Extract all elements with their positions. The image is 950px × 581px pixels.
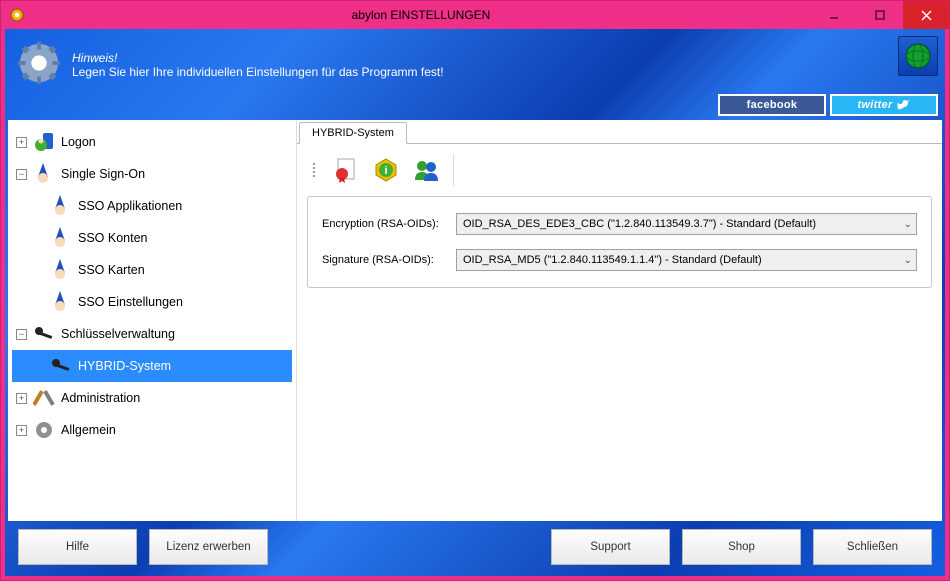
header-text: Hinweis! Legen Sie hier Ihre individuell… xyxy=(72,51,444,79)
tree-label: SSO Einstellungen xyxy=(78,295,183,309)
help-button[interactable]: Hilfe xyxy=(18,529,137,565)
tree-label: SSO Karten xyxy=(78,263,145,277)
info-button[interactable]: i xyxy=(369,153,403,187)
key-icon xyxy=(33,323,55,345)
close-button[interactable] xyxy=(903,1,949,29)
tree-label: SSO Applikationen xyxy=(78,199,182,213)
gear-icon xyxy=(33,419,55,441)
signature-select[interactable]: OID_RSA_MD5 ("1.2.840.113549.1.1.4") - S… xyxy=(456,249,917,271)
gear-icon xyxy=(16,40,62,91)
minimize-button[interactable] xyxy=(811,1,857,29)
expand-icon[interactable]: + xyxy=(16,393,27,404)
tree-item-hybrid[interactable]: HYBRID-System xyxy=(12,350,292,382)
svg-text:i: i xyxy=(384,165,387,177)
chevron-down-icon: ⌄ xyxy=(904,255,912,266)
signature-label: Signature (RSA-OIDs): xyxy=(322,254,456,266)
collapse-icon[interactable]: − xyxy=(16,329,27,340)
tree-item-logon[interactable]: + Logon xyxy=(12,126,292,158)
wizard-icon xyxy=(50,227,72,249)
social-bar: facebook twitter xyxy=(718,94,938,116)
tree-item-general[interactable]: + Allgemein xyxy=(12,414,292,446)
encryption-select[interactable]: OID_RSA_DES_EDE3_CBC ("1.2.840.113549.3.… xyxy=(456,213,917,235)
app-window: abylon EINSTELLUNGEN xyxy=(0,0,950,581)
tab-bar: HYBRID-System xyxy=(297,120,942,144)
certificate-button[interactable] xyxy=(329,153,363,187)
tree-label: HYBRID-System xyxy=(78,359,171,373)
row-signature: Signature (RSA-OIDs): OID_RSA_MD5 ("1.2.… xyxy=(322,249,917,271)
logon-icon xyxy=(33,131,55,153)
toolbar: i xyxy=(297,144,942,196)
tree-item-sso-cards[interactable]: SSO Karten xyxy=(12,254,292,286)
toolbar-separator xyxy=(453,154,454,186)
tree-item-keys[interactable]: − Schlüsselverwaltung xyxy=(12,318,292,350)
encryption-value: OID_RSA_DES_EDE3_CBC ("1.2.840.113549.3.… xyxy=(463,218,816,230)
window-title: abylon EINSTELLUNGEN xyxy=(31,8,811,22)
title-bar[interactable]: abylon EINSTELLUNGEN xyxy=(1,1,949,29)
header: Hinweis! Legen Sie hier Ihre individuell… xyxy=(8,32,942,94)
tab-hybrid[interactable]: HYBRID-System xyxy=(299,122,407,144)
facebook-button[interactable]: facebook xyxy=(718,94,826,116)
key-icon xyxy=(50,355,72,377)
nav-tree[interactable]: + Logon − Single Sign-On SSO Applikation… xyxy=(8,120,296,521)
wizard-icon xyxy=(50,195,72,217)
content: + Logon − Single Sign-On SSO Applikation… xyxy=(8,120,942,521)
hint-title: Hinweis! xyxy=(72,51,444,65)
tree-item-sso-apps[interactable]: SSO Applikationen xyxy=(12,190,292,222)
tree-item-sso-accounts[interactable]: SSO Konten xyxy=(12,222,292,254)
users-button[interactable] xyxy=(409,153,443,187)
twitter-button[interactable]: twitter xyxy=(830,94,938,116)
signature-value: OID_RSA_MD5 ("1.2.840.113549.1.1.4") - S… xyxy=(463,254,762,266)
main-panel: HYBRID-System i xyxy=(296,120,942,521)
tree-label: Single Sign-On xyxy=(61,167,145,181)
tree-item-sso-settings[interactable]: SSO Einstellungen xyxy=(12,286,292,318)
chevron-down-icon: ⌄ xyxy=(904,219,912,230)
tree-label: Allgemein xyxy=(61,423,116,437)
wizard-icon xyxy=(33,163,55,185)
app-icon xyxy=(9,7,25,23)
tree-item-admin[interactable]: + Administration xyxy=(12,382,292,414)
tree-label: SSO Konten xyxy=(78,231,148,245)
chrome: Hinweis! Legen Sie hier Ihre individuell… xyxy=(5,29,945,576)
encryption-label: Encryption (RSA-OIDs): xyxy=(322,218,456,230)
tree-item-sso[interactable]: − Single Sign-On xyxy=(12,158,292,190)
license-button[interactable]: Lizenz erwerben xyxy=(149,529,268,565)
footer: Hilfe Lizenz erwerben Support Shop Schli… xyxy=(8,521,942,573)
close-dialog-button[interactable]: Schließen xyxy=(813,529,932,565)
tree-label: Logon xyxy=(61,135,96,149)
globe-button[interactable] xyxy=(898,36,938,76)
tree-label: Administration xyxy=(61,391,140,405)
row-encryption: Encryption (RSA-OIDs): OID_RSA_DES_EDE3_… xyxy=(322,213,917,235)
shop-button[interactable]: Shop xyxy=(682,529,801,565)
expand-icon[interactable]: + xyxy=(16,137,27,148)
tools-icon xyxy=(33,387,55,409)
tree-label: Schlüsselverwaltung xyxy=(61,327,175,341)
wizard-icon xyxy=(50,259,72,281)
settings-panel: Encryption (RSA-OIDs): OID_RSA_DES_EDE3_… xyxy=(307,196,932,288)
collapse-icon[interactable]: − xyxy=(16,169,27,180)
hint-text: Legen Sie hier Ihre individuellen Einste… xyxy=(72,65,444,79)
wizard-icon xyxy=(50,291,72,313)
expand-icon[interactable]: + xyxy=(16,425,27,436)
maximize-button[interactable] xyxy=(857,1,903,29)
toolbar-grip[interactable] xyxy=(313,163,319,177)
support-button[interactable]: Support xyxy=(551,529,670,565)
